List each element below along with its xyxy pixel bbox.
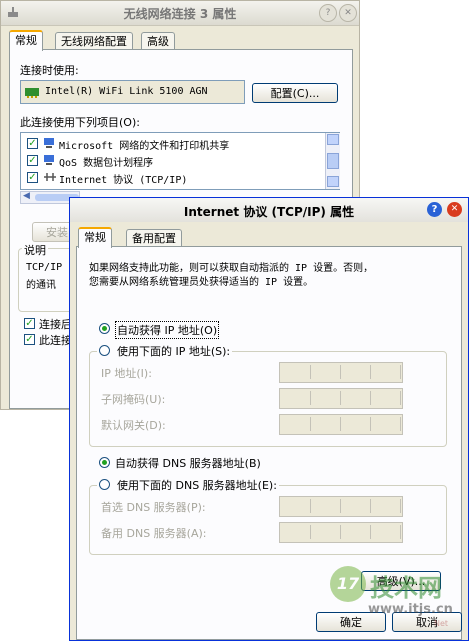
alternate-dns-label: 备用 DNS 服务器(A): bbox=[101, 527, 207, 540]
item-checkbox[interactable]: ✓ bbox=[27, 155, 38, 166]
ip-address-label: IP 地址(I): bbox=[101, 367, 152, 380]
front-window-title: Internet 协议 (TCP/IP) 属性 bbox=[183, 205, 355, 219]
front-title-bar[interactable]: Internet 协议 (TCP/IP) 属性 ? ✕ bbox=[70, 198, 468, 222]
item-checkbox[interactable]: ✓ bbox=[27, 172, 38, 183]
manual-ip-radio[interactable] bbox=[99, 345, 110, 356]
configure-button[interactable]: 配置(C)... bbox=[252, 83, 338, 103]
show-icon-label: 连接后 bbox=[39, 318, 72, 331]
items-label: 此连接使用下列项目(O): bbox=[20, 116, 140, 129]
preferred-dns-input[interactable] bbox=[279, 496, 403, 517]
watermark-logo: 17 技术网 www.itjs.cn Net bbox=[328, 566, 466, 628]
scroll-thumb[interactable] bbox=[327, 153, 339, 169]
connect-using-label: 连接时使用: bbox=[20, 64, 79, 77]
help-icon[interactable]: ? bbox=[319, 4, 337, 22]
manual-ip-label: 使用下面的 IP 地址(S): bbox=[117, 345, 231, 358]
item-label: Microsoft 网络的文件和打印机共享 bbox=[59, 141, 230, 152]
scroll-left-icon[interactable]: ◀ bbox=[23, 191, 30, 201]
subnet-mask-input[interactable] bbox=[279, 388, 403, 409]
qos-icon bbox=[43, 154, 55, 166]
help-icon[interactable]: ? bbox=[427, 202, 442, 217]
manual-ip-option[interactable]: 使用下面的 IP 地址(S): bbox=[97, 343, 233, 359]
protocol-icon bbox=[43, 171, 57, 183]
item-label: QoS 数据包计划程序 bbox=[59, 158, 154, 169]
list-item[interactable]: ✓ Internet 协议 (TCP/IP) bbox=[21, 169, 325, 186]
alternate-dns-input[interactable] bbox=[279, 522, 403, 543]
back-window-title: 无线网络连接 3 属性 bbox=[123, 7, 237, 21]
auto-ip-label[interactable]: 自动获得 IP 地址(O) bbox=[115, 321, 220, 339]
intro-text-line-2: 您需要从网络系统管理员处获得适当的 IP 设置。 bbox=[89, 277, 314, 288]
item-label: Internet 协议 (TCP/IP) bbox=[59, 175, 188, 186]
auto-dns-label[interactable]: 自动获得 DNS 服务器地址(B) bbox=[115, 455, 261, 471]
preferred-dns-label: 首选 DNS 服务器(P): bbox=[101, 501, 206, 514]
notify-label: 此连接 bbox=[39, 334, 72, 347]
scroll-up-icon[interactable] bbox=[327, 134, 339, 145]
notify-checkbox[interactable]: ✓ bbox=[24, 334, 35, 345]
manual-dns-label: 使用下面的 DNS 服务器地址(E): bbox=[117, 479, 277, 492]
share-icon bbox=[43, 137, 55, 149]
watermark-url: www.itjs.cn bbox=[368, 602, 453, 617]
default-gateway-label: 默认网关(D): bbox=[101, 419, 166, 432]
item-checkbox[interactable]: ✓ bbox=[27, 138, 38, 149]
watermark-suffix: Net bbox=[434, 619, 449, 628]
adapter-icon bbox=[25, 86, 39, 98]
intro-text-line-1: 如果网络支持此功能，则可以获取自动指派的 IP 设置。否则， bbox=[89, 263, 374, 274]
back-tab-general[interactable]: 常规 bbox=[9, 30, 43, 51]
subnet-mask-label: 子网掩码(U): bbox=[101, 393, 166, 406]
auto-dns-radio[interactable] bbox=[99, 457, 110, 468]
default-gateway-input[interactable] bbox=[279, 414, 403, 435]
list-item[interactable]: ✓ QoS 数据包计划程序 bbox=[21, 152, 325, 169]
manual-dns-radio[interactable] bbox=[99, 479, 110, 490]
description-label: 说明 bbox=[22, 242, 48, 258]
close-icon[interactable]: ✕ bbox=[447, 202, 462, 217]
scroll-down-icon[interactable] bbox=[327, 176, 339, 187]
adapter-field: Intel(R) WiFi Link 5100 AGN bbox=[20, 80, 245, 104]
watermark-brand: 技术网 bbox=[370, 574, 442, 602]
components-list: ✓ Microsoft 网络的文件和打印机共享 ✓ QoS 数据包计划程序 ✓ … bbox=[20, 132, 340, 190]
watermark-number: 17 bbox=[330, 566, 366, 602]
description-text-2: 的通讯 bbox=[26, 280, 56, 291]
ip-address-input[interactable] bbox=[279, 362, 403, 383]
show-icon-checkbox[interactable]: ✓ bbox=[24, 318, 35, 329]
adapter-name: Intel(R) WiFi Link 5100 AGN bbox=[45, 86, 208, 97]
close-icon[interactable]: ✕ bbox=[339, 4, 357, 22]
auto-ip-radio[interactable] bbox=[99, 323, 110, 334]
description-text-1: TCP/IP bbox=[26, 262, 63, 273]
list-item[interactable]: ✓ Microsoft 网络的文件和打印机共享 bbox=[21, 135, 325, 152]
manual-dns-option[interactable]: 使用下面的 DNS 服务器地址(E): bbox=[97, 477, 279, 493]
back-title-bar[interactable]: 无线网络连接 3 属性 ? ✕ bbox=[1, 1, 359, 26]
list-scrollbar[interactable] bbox=[325, 133, 340, 189]
tab-general[interactable]: 常规 bbox=[78, 227, 112, 248]
